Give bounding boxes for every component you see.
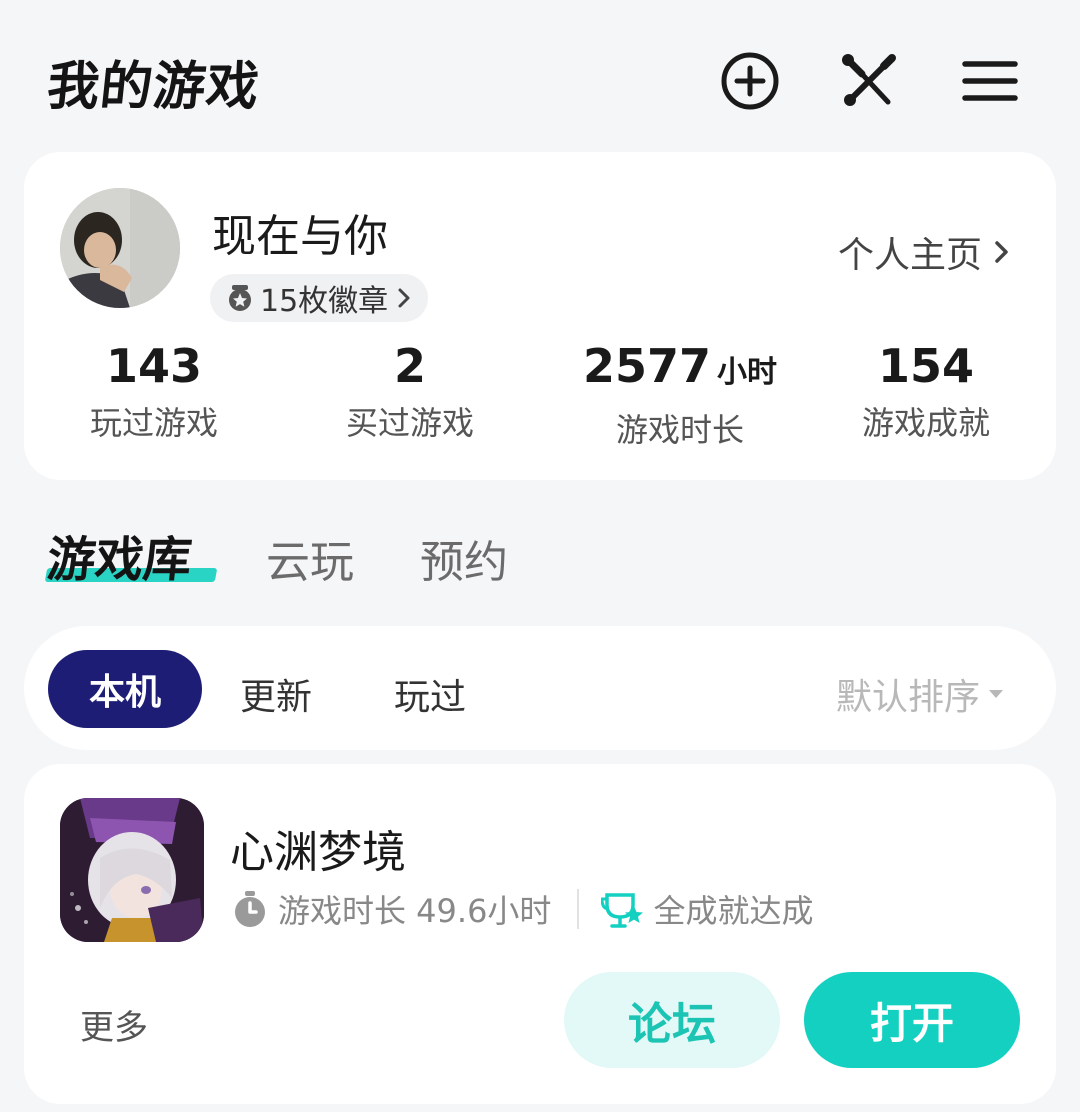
badges-button[interactable]: 15枚徽章 <box>210 274 429 322</box>
profile-card: 现在与你 15枚徽章 个人主页 143 玩过游戏 2 买过游戏 2577 小时 游… <box>24 152 1056 480</box>
stat-value: 2 <box>393 339 426 393</box>
game-cover-image[interactable] <box>60 798 204 942</box>
tab-reservations[interactable]: 预约 <box>420 526 508 590</box>
caret-down-icon <box>989 690 1003 698</box>
stat-achievements[interactable]: 154 游戏成就 <box>816 338 1036 444</box>
stats-row: 143 玩过游戏 2 买过游戏 2577 小时 游戏时长 154 游戏成就 <box>24 338 1056 451</box>
stat-value: 2577 <box>582 339 712 393</box>
chevron-right-icon <box>398 288 410 308</box>
forum-button[interactable]: 论坛 <box>564 972 780 1068</box>
tab-cloud-play[interactable]: 云玩 <box>266 526 354 590</box>
profile-home-link[interactable]: 个人主页 <box>838 226 1012 278</box>
plus-circle-icon[interactable] <box>719 50 781 112</box>
filter-chip-local[interactable]: 本机 <box>48 650 202 728</box>
more-button[interactable]: 更多 <box>80 1000 148 1049</box>
tab-game-library[interactable]: 游戏库 <box>44 520 195 590</box>
page-title: 我的游戏 <box>44 57 263 117</box>
stat-label: 游戏成就 <box>861 404 990 442</box>
sort-label: 默认排序 <box>835 677 980 718</box>
stat-play-time[interactable]: 2577 小时 游戏时长 <box>558 338 802 451</box>
stat-label: 游戏时长 <box>615 411 744 449</box>
game-achievement: 全成就达成 <box>653 892 814 930</box>
game-title: 心渊梦境 <box>230 827 406 878</box>
tools-icon[interactable] <box>838 50 900 112</box>
username: 现在与你 <box>212 211 388 262</box>
chevron-right-icon <box>995 241 1008 263</box>
divider <box>577 889 580 929</box>
filter-chip-update[interactable]: 更新 <box>240 668 312 720</box>
game-playtime: 游戏时长 49.6小时 <box>278 892 552 930</box>
stat-label: 买过游戏 <box>345 404 474 442</box>
top-header: 我的游戏 <box>0 0 1080 150</box>
medal-icon <box>229 285 251 311</box>
menu-icon[interactable] <box>959 50 1021 112</box>
filter-bar: 本机 更新 玩过 默认排序 <box>24 626 1056 750</box>
stat-label: 玩过游戏 <box>89 404 218 442</box>
sort-dropdown[interactable]: 默认排序 <box>836 668 1004 720</box>
profile-link-label: 个人主页 <box>837 235 982 276</box>
avatar[interactable] <box>60 188 180 308</box>
game-card: 心渊梦境 游戏时长 49.6小时 全成就达成 更多 论坛 打开 <box>24 764 1056 1104</box>
badges-label: 15枚徽章 <box>260 284 389 319</box>
stat-unit: 小时 <box>717 355 778 390</box>
stat-bought-games[interactable]: 2 买过游戏 <box>300 338 520 444</box>
trophy-star-icon <box>601 893 644 928</box>
stopwatch-icon <box>235 891 265 927</box>
open-game-button[interactable]: 打开 <box>804 972 1020 1068</box>
filter-chip-played[interactable]: 玩过 <box>394 668 466 720</box>
stat-value: 143 <box>105 339 203 393</box>
stat-value: 154 <box>877 339 975 393</box>
stat-played-games[interactable]: 143 玩过游戏 <box>44 338 264 444</box>
game-meta: 游戏时长 49.6小时 全成就达成 <box>232 886 813 932</box>
